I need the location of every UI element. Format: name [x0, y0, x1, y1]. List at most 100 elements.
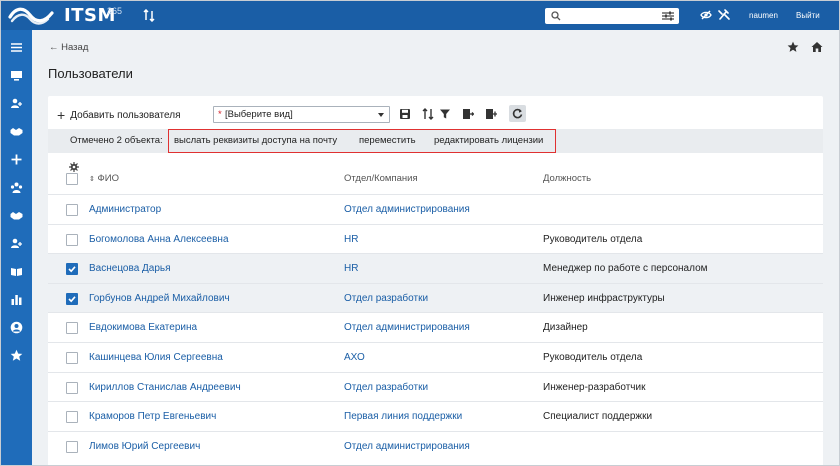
- user-name-link[interactable]: Кириллов Станислав Андреевич: [89, 382, 241, 393]
- app-window: ITSM 365 naumen Выйти ← Назад Пользовате…: [0, 0, 840, 466]
- gear-icon[interactable]: [69, 162, 79, 172]
- user-name-link[interactable]: Администратор: [89, 204, 161, 215]
- save-icon[interactable]: [399, 108, 411, 120]
- department-link[interactable]: АХО: [344, 352, 365, 363]
- user-name-link[interactable]: Васнецова Дарья: [89, 263, 171, 274]
- menu-icon: [11, 43, 22, 52]
- department-link[interactable]: Отдел администрирования: [344, 441, 470, 452]
- handshake-alt-icon: [10, 212, 23, 220]
- position-cell: Руководитель отдела: [543, 233, 643, 245]
- send-credentials-action[interactable]: выслать реквизиты доступа на почту: [174, 135, 337, 146]
- table-row[interactable]: Администратор Отдел администрирования: [48, 194, 823, 224]
- column-header-dept[interactable]: Отдел/Компания: [344, 173, 418, 184]
- position-cell: Дизайнер: [543, 322, 588, 334]
- table-row[interactable]: Кашинцева Юлия Сергеевна АХО Руководитель …: [48, 342, 823, 372]
- checkmark-icon: [68, 266, 76, 273]
- view-select[interactable]: * [Выберите вид]: [213, 106, 390, 123]
- user-name-link[interactable]: Кашинцева Юлия Сергеевна: [89, 352, 223, 363]
- table-row[interactable]: Васнецова Дарья HR Менеджер по работе с пе…: [48, 253, 823, 284]
- row-checkbox[interactable]: [66, 440, 78, 453]
- page-title: Пользователи: [48, 66, 133, 81]
- sidebar-item-contacts[interactable]: [1, 230, 32, 256]
- row-checkbox[interactable]: [66, 411, 78, 424]
- refresh-icon: [512, 108, 523, 119]
- star-icon: [10, 349, 23, 361]
- column-header-name[interactable]: ⇕ ФИО: [89, 173, 119, 184]
- user-name-link[interactable]: Лимов Юрий Сергеевич: [89, 441, 200, 452]
- department-link[interactable]: Отдел администрирования: [344, 322, 470, 333]
- add-user-button[interactable]: + Добавить пользователя: [57, 107, 181, 123]
- department-link[interactable]: Отдел разработки: [344, 293, 428, 304]
- required-mark: *: [218, 109, 222, 120]
- search-input[interactable]: [545, 8, 679, 24]
- row-checkbox[interactable]: [66, 233, 78, 246]
- department-link[interactable]: Отдел разработки: [344, 382, 428, 393]
- chevron-down-icon: [378, 113, 384, 117]
- columns-add-icon[interactable]: [485, 108, 497, 120]
- top-bar: ITSM 365 naumen Выйти: [1, 1, 839, 30]
- view-select-value: [Выберите вид]: [225, 109, 293, 120]
- sidebar-item-add[interactable]: [1, 146, 32, 172]
- profile-circle-icon: [10, 321, 23, 334]
- department-link[interactable]: Первая линия поддержки: [344, 411, 462, 422]
- position-cell: Специалист поддержки: [543, 411, 653, 423]
- select-all-checkbox[interactable]: [66, 173, 78, 185]
- row-checkbox[interactable]: [66, 263, 78, 276]
- department-link[interactable]: HR: [344, 234, 358, 245]
- search-icon: [551, 11, 561, 21]
- users-list-card: + Добавить пользователя * [Выберите вид]: [48, 96, 823, 465]
- sidebar-item-favorites[interactable]: [1, 342, 32, 368]
- row-checkbox[interactable]: [66, 381, 78, 394]
- position-cell: Инженер инфраструктуры: [543, 292, 665, 304]
- tools-icon[interactable]: [718, 8, 730, 21]
- sidebar-item-deals[interactable]: [1, 202, 32, 228]
- checkmark-icon: [68, 296, 76, 303]
- sidebar-menu[interactable]: [1, 34, 32, 60]
- logo-version: 365: [107, 6, 123, 16]
- sort-icon[interactable]: [143, 9, 155, 22]
- sidebar-item-reports[interactable]: [1, 286, 32, 312]
- sidebar-item-profile[interactable]: [1, 314, 32, 340]
- sidebar-item-knowledge[interactable]: [1, 258, 32, 284]
- export-icon[interactable]: [462, 108, 474, 120]
- row-checkbox[interactable]: [66, 292, 78, 305]
- user-name-link[interactable]: Евдокимова Екатерина: [89, 322, 197, 333]
- table-row[interactable]: Лимов Юрий Сергеевич Отдел администрирова…: [48, 430, 823, 461]
- user-plus-icon: [11, 238, 22, 248]
- back-link[interactable]: ← Назад: [49, 42, 88, 53]
- row-checkbox[interactable]: [66, 352, 78, 364]
- table-row[interactable]: Краморов Петр Евгеньевич Первая линия под…: [48, 401, 823, 431]
- favorite-star-icon[interactable]: [787, 41, 799, 53]
- department-link[interactable]: HR: [344, 263, 358, 274]
- table-row[interactable]: Кириллов Станислав Андреевич Отдел разраб…: [48, 371, 823, 402]
- user-name-link[interactable]: Богомолова Анна Алексеевна: [89, 234, 229, 245]
- sidebar-item-monitor[interactable]: [1, 62, 32, 88]
- table-row[interactable]: Горбунов Андрей Михайлович Отдел разработ…: [48, 282, 823, 313]
- selection-count: Отмечено 2 объекта:: [70, 135, 163, 146]
- refresh-button[interactable]: [509, 105, 526, 122]
- table-row[interactable]: Евдокимова Екатерина Отдел администрирова…: [48, 312, 823, 342]
- logo-wave-icon: [8, 7, 54, 25]
- user-add-icon: [11, 98, 22, 108]
- row-checkbox[interactable]: [66, 204, 78, 216]
- user-name-link[interactable]: Краморов Петр Евгеньевич: [89, 411, 216, 422]
- column-header-position[interactable]: Должность: [543, 173, 591, 184]
- selection-bar: Отмечено 2 объекта: выслать реквизиты до…: [48, 129, 823, 153]
- sidebar-item-team[interactable]: [1, 174, 32, 200]
- row-checkbox[interactable]: [66, 322, 78, 335]
- team-icon: [10, 182, 23, 193]
- current-user[interactable]: naumen: [749, 11, 778, 20]
- user-name-link[interactable]: Горбунов Андрей Михайлович: [89, 293, 230, 304]
- filter-settings-icon[interactable]: [662, 11, 674, 21]
- eye-off-icon[interactable]: [700, 9, 712, 21]
- sidebar-item-handshake[interactable]: [1, 118, 32, 144]
- sort-icon[interactable]: [422, 108, 434, 120]
- table-row[interactable]: Богомолова Анна Алексеевна HR Руководитель…: [48, 223, 823, 254]
- home-icon[interactable]: [811, 41, 823, 53]
- logout-link[interactable]: Выйти: [796, 11, 820, 20]
- move-action[interactable]: переместить: [359, 135, 416, 146]
- sidebar-item-users-add[interactable]: [1, 90, 32, 116]
- filter-icon[interactable]: [439, 108, 451, 120]
- department-link[interactable]: Отдел администрирования: [344, 204, 470, 215]
- edit-licenses-action[interactable]: редактировать лицензии: [434, 135, 543, 146]
